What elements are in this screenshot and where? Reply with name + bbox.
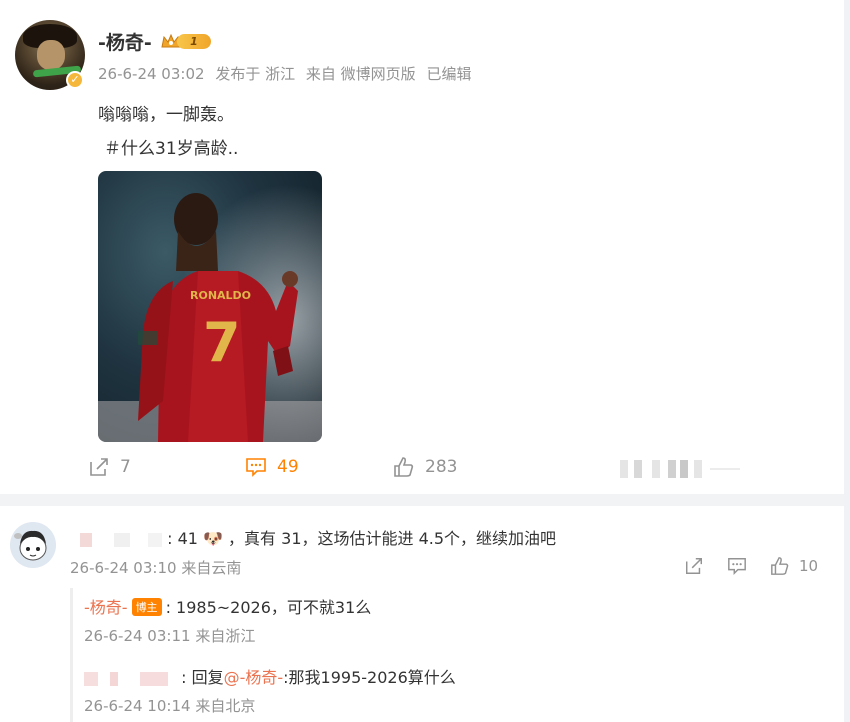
reply-meta: 26-6-24 03:11 来自浙江 [84,625,255,646]
reply-author-blurred[interactable] [84,671,176,686]
reply-item: -杨奇- 博主: 1985~2026，可不就31么 [84,594,371,618]
reply-mention-link[interactable]: @-杨奇- [224,668,284,687]
like-button[interactable]: 283 [393,456,457,478]
comment-content: : 41 🐶 ，真有 31，这场估计能进 4.5个，继续加油吧 [70,525,556,549]
comment-meta: 26-6-24 03:10 来自云南 [70,557,241,578]
reply-text: :那我1995-2026算什么 [283,668,456,687]
jersey-number: 7 [203,311,241,374]
post-image[interactable]: RONALDO 7 [98,171,322,442]
user-level-badge[interactable]: 1 [161,31,213,51]
share-button[interactable]: 7 [88,456,131,478]
comment-count: 49 [277,457,299,477]
like-count: 283 [425,457,458,477]
comment-reply-icon[interactable] [727,556,747,576]
reply-prefix: : 回复 [181,668,224,687]
pixelated-area [620,460,740,478]
post-location: 发布于 浙江 [215,65,296,83]
reply-item: : 回复@-杨奇-:那我1995-2026算什么 [84,664,456,688]
post-meta: 26-6-24 03:02 发布于 浙江 来自 微博网页版 已编辑 [98,63,477,84]
reply-text: : 1985~2026，可不就31么 [165,598,372,617]
weibo-post-card: ✓ -杨奇- 1 26-6-24 03:02 发布于 浙江 来自 微博网页版 已… [0,0,844,494]
reply-time: 26-6-24 03:11 [84,627,191,645]
post-text-line: 嗡嗡嗡，一脚轰。 [98,105,234,125]
share-count: 7 [120,457,131,477]
comment-location: 来自云南 [181,559,242,577]
reply-meta: 26-6-24 10:14 来自北京 [84,695,255,716]
comment-text-start: : 41 [167,529,198,548]
scrollbar-track[interactable] [844,0,850,722]
verified-badge-icon: ✓ [66,71,84,89]
post-source: 来自 微博网页版 [305,65,416,83]
commenter-name-blurred[interactable] [70,532,162,547]
comment-text-rest: ，真有 31，这场估计能进 4.5个，继续加油吧 [228,529,557,548]
reply-time: 26-6-24 10:14 [84,697,191,715]
comment-like-icon[interactable] [770,556,790,576]
post-edited[interactable]: 已编辑 [426,65,471,83]
comment-share-icon[interactable] [684,556,704,576]
post-time[interactable]: 26-6-24 03:02 [98,65,205,83]
level-number: 1 [177,34,211,49]
post-hashtag[interactable]: ＃什么31岁高龄.. [98,132,238,166]
cartoon-avatar-icon [10,522,56,568]
comment-like-count: 10 [799,557,819,575]
reply-author[interactable]: -杨奇- [84,598,128,617]
section-divider [0,494,844,506]
comment-icon [246,458,266,477]
jersey-name: RONALDO [190,289,251,302]
comment-time: 26-6-24 03:10 [70,559,177,577]
post-image-art: RONALDO 7 [98,171,322,442]
reply-location: 来自北京 [195,697,256,715]
commenter-avatar[interactable] [10,522,56,568]
thumbs-up-icon [394,457,414,477]
poster-username[interactable]: -杨奇- [98,28,152,55]
post-text: 嗡嗡嗡，一脚轰。 ＃什么31岁高龄.. [98,98,238,166]
dog-emoji-icon: 🐶 [203,529,223,548]
reply-location: 来自浙江 [195,627,256,645]
comment-button[interactable]: 49 [245,456,299,478]
share-icon [90,458,108,476]
blogger-badge: 博主 [131,598,162,616]
